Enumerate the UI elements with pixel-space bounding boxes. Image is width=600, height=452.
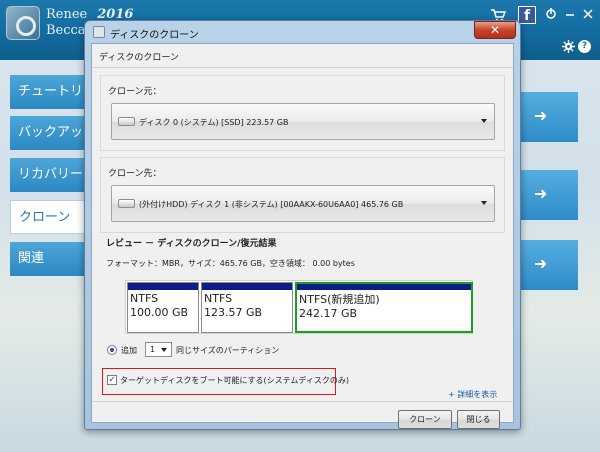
partition-block[interactable]: NTFS 100.00 GB	[127, 282, 199, 333]
dialog-title: ディスクのクローン	[110, 30, 199, 41]
help-icon[interactable]: ?	[578, 40, 591, 53]
partition-size: 242.17 GB	[299, 307, 358, 320]
partition-map: NTFS 100.00 GB NTFS 123.57 GB NTFS(新規追加)…	[125, 280, 473, 334]
partition-label: NTFS(新規追加) 242.17 GB	[299, 293, 380, 321]
source-disk-select[interactable]: ディスク 0 (システム) [SSD] 223.57 GB	[111, 103, 495, 140]
partition-bar	[297, 284, 471, 290]
app-logo	[6, 6, 40, 40]
partition-count-select[interactable]: 1	[145, 342, 172, 357]
partition-block-new[interactable]: NTFS(新規追加) 242.17 GB	[295, 282, 473, 333]
sidebar-item-backup[interactable]: バックアップ	[10, 116, 90, 150]
action-tile[interactable]: ➜	[516, 92, 578, 142]
source-label: クローン元：	[108, 87, 162, 97]
partition-bar	[202, 283, 292, 290]
partition-block[interactable]: NTFS 123.57 GB	[201, 282, 293, 333]
partition-fs: NTFS	[204, 292, 233, 305]
partition-count-suffix: 同じサイズのパーティション	[176, 346, 280, 355]
action-tile[interactable]: ➜	[516, 240, 578, 290]
add-partition-radio[interactable]	[107, 345, 117, 355]
sidebar-item-clone[interactable]: クローン	[10, 200, 90, 234]
gear-icon[interactable]	[560, 40, 576, 56]
disk-icon	[118, 199, 135, 208]
bootable-label[interactable]: ターゲットディスクをブート可能にする(システムディスクのみ)	[120, 375, 349, 386]
disk-icon	[118, 117, 135, 126]
arrow-right-icon: ➜	[534, 106, 548, 125]
partition-size: 100.00 GB	[130, 306, 189, 319]
target-label: クローン先：	[108, 169, 162, 179]
dialog-body: ディスクのクローン クローン元： ディスク 0 (システム) [SSD] 223…	[91, 43, 514, 429]
clone-dialog: ディスクのクローン ✕ ディスクのクローン クローン元： ディスク 0 (システ…	[84, 20, 521, 430]
target-disk-value: (外付けHDD) ディスク 1 (非システム) [00AAKX-60U6AA0]…	[139, 200, 404, 209]
clone-button[interactable]: クローン	[398, 410, 452, 429]
partition-fs: NTFS(新規追加)	[299, 293, 380, 306]
close-button[interactable]: 閉じる	[457, 410, 500, 429]
dialog-titlebar[interactable]: ディスクのクローン ✕	[85, 21, 520, 43]
partition-bar	[128, 283, 198, 290]
source-group: クローン元： ディスク 0 (システム) [SSD] 223.57 GB	[100, 75, 505, 151]
partition-label: NTFS 123.57 GB	[204, 292, 262, 320]
facebook-icon[interactable]: f	[518, 6, 536, 24]
arrow-right-icon: ➜	[534, 184, 548, 203]
sidebar-item-tutorial[interactable]: チュートリアル	[10, 75, 90, 109]
action-tile[interactable]: ➜	[516, 170, 578, 220]
chevron-down-icon	[481, 119, 487, 123]
bootable-checkbox[interactable]: ✓	[107, 375, 117, 385]
chevron-down-icon	[161, 348, 167, 352]
add-partition-label: 追加	[121, 346, 137, 355]
partition-label: NTFS 100.00 GB	[130, 292, 188, 320]
dialog-app-icon	[93, 26, 105, 38]
partition-fs: NTFS	[130, 292, 159, 305]
source-disk-value: ディスク 0 (システム) [SSD] 223.57 GB	[139, 118, 289, 127]
section-heading: ディスクのクローン	[99, 53, 179, 63]
minimize-icon[interactable]	[562, 7, 578, 23]
chevron-down-icon	[481, 201, 487, 205]
review-disk-info: フォーマット：MBR，サイズ：465.76 GB，空き領域： 0.00 byte…	[106, 259, 355, 268]
target-group: クローン先： (外付けHDD) ディスク 1 (非システム) [00AAKX-6…	[100, 157, 505, 233]
review-title: レビュー － ディスクのクローン/復元結果	[106, 239, 277, 249]
share-icon[interactable]	[543, 7, 559, 23]
sidebar-item-recovery[interactable]: リカバリー	[10, 158, 90, 192]
partition-size: 123.57 GB	[204, 306, 263, 319]
dialog-close-button[interactable]: ✕	[474, 21, 516, 39]
close-icon[interactable]	[580, 7, 596, 23]
app-title-text: Renee	[46, 7, 88, 22]
app-title-line2: Becca	[46, 23, 86, 38]
partition-count-value: 1	[150, 345, 156, 354]
arrow-right-icon: ➜	[534, 254, 548, 273]
show-details-link[interactable]: + 詳細を表示	[448, 389, 497, 400]
sidebar-item-related[interactable]: 関連	[10, 242, 90, 276]
target-disk-select[interactable]: (外付けHDD) ディスク 1 (非システム) [00AAKX-60U6AA0]…	[111, 185, 495, 222]
divider	[92, 401, 513, 402]
divider	[92, 67, 513, 68]
